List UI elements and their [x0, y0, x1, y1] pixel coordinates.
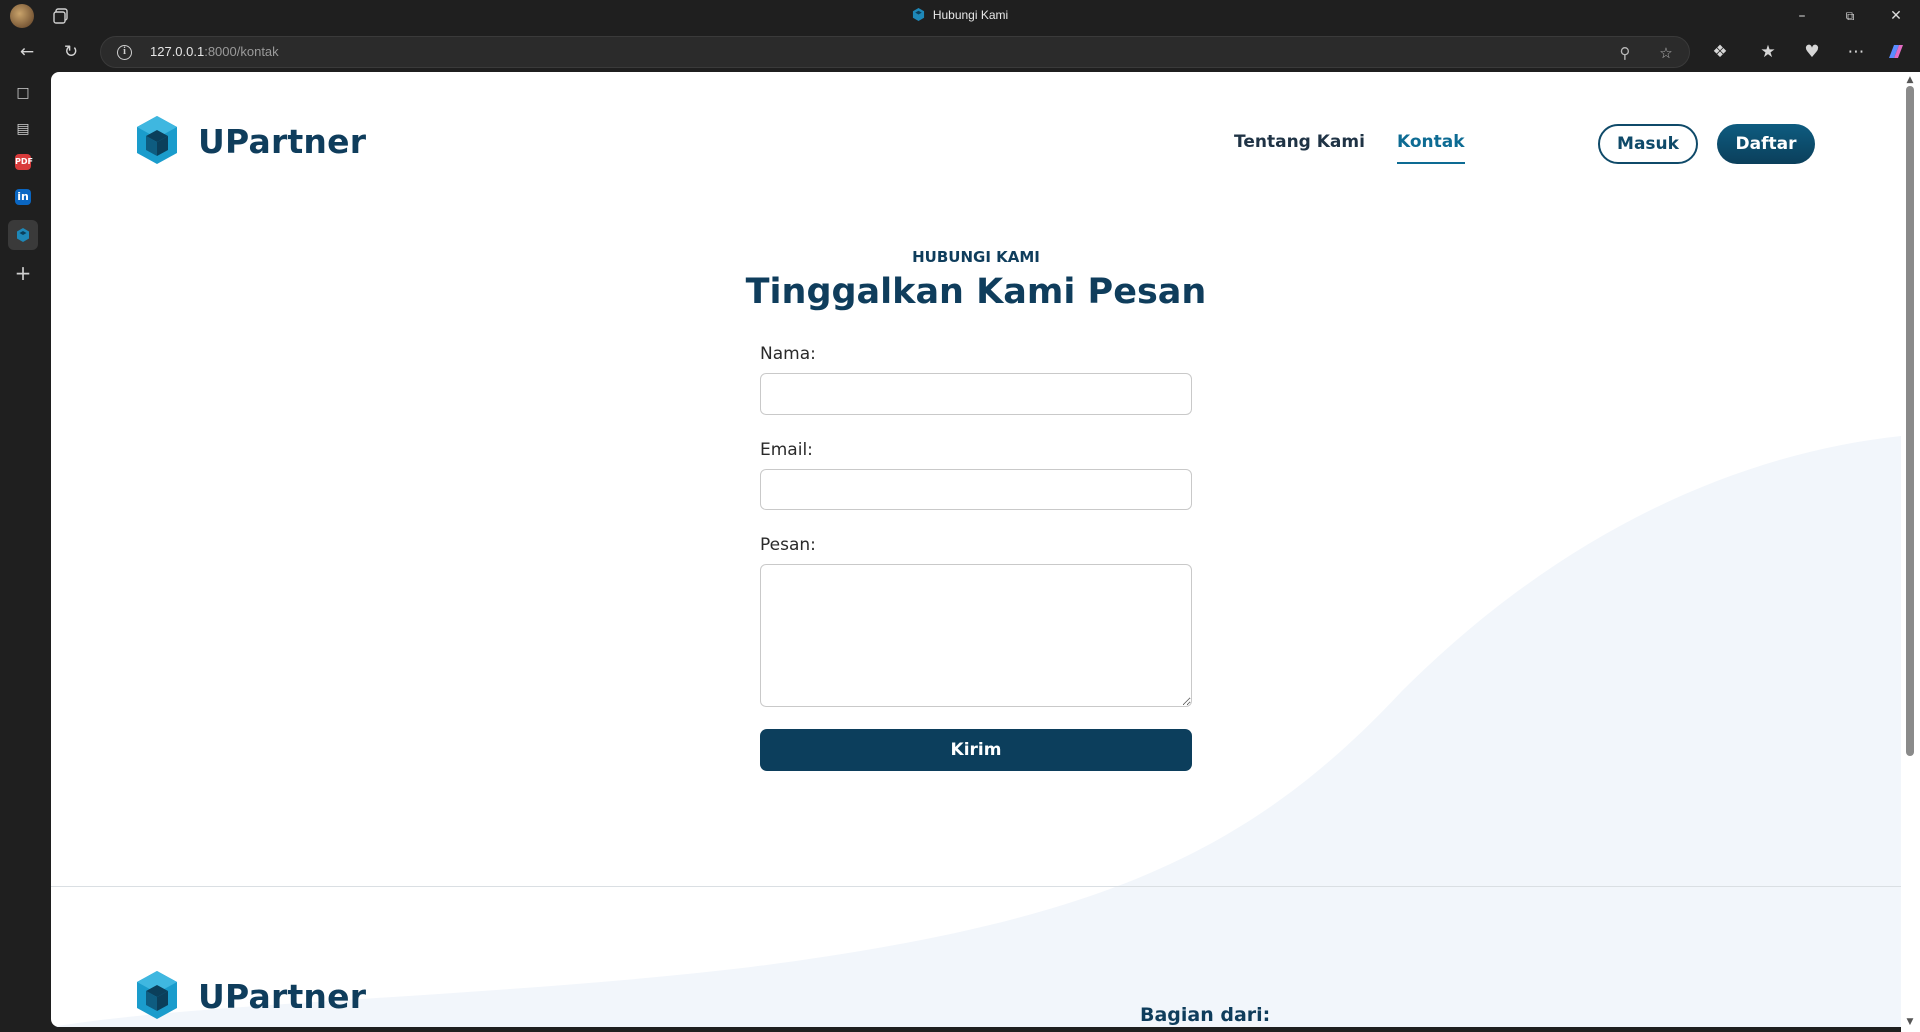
message-label: Pesan: [760, 535, 816, 555]
message-field[interactable] [760, 564, 1192, 707]
browser-essentials-icon[interactable]: ♥ [1798, 38, 1826, 66]
browser-sidebar: □ ▤ PDF in + [0, 72, 50, 1032]
footer-brand-name: UPartner [198, 976, 367, 1016]
scroll-up-arrow-icon[interactable]: ▲ [1905, 76, 1915, 85]
brand-name: UPartner [198, 121, 367, 161]
nav-kontak[interactable]: Kontak [1397, 132, 1465, 164]
login-button[interactable]: Masuk [1598, 124, 1698, 164]
submit-button[interactable]: Kirim [760, 729, 1192, 771]
footer-divider [51, 886, 1901, 887]
zoom-icon[interactable]: ⚲ [1615, 43, 1635, 63]
register-button[interactable]: Daftar [1717, 124, 1815, 164]
add-tab-icon[interactable]: + [12, 262, 34, 284]
back-arrow-icon[interactable]: ← [13, 38, 41, 66]
upartner-logo-icon [137, 116, 177, 164]
nav-tentang-kami[interactable]: Tentang Kami [1234, 132, 1365, 152]
email-field[interactable] [760, 469, 1192, 510]
address-bar[interactable]: i 127.0.0.1:8000/kontak ⚲ ☆ [100, 36, 1690, 68]
tab-title-text: Hubungi Kami [932, 8, 1009, 22]
background-wave [51, 436, 1901, 1027]
more-menu-icon[interactable]: ⋯ [1842, 38, 1870, 66]
email-label: Email: [760, 440, 813, 460]
refresh-icon[interactable]: ↻ [57, 38, 85, 66]
browser-toolbar: ← ↻ i 127.0.0.1:8000/kontak ⚲ ☆ ❖ ★ ♥ ⋯ [0, 32, 1920, 72]
url-host: 127.0.0.1 [150, 44, 205, 59]
favorites-icon[interactable]: ★ [1754, 38, 1782, 66]
upartner-favicon-icon [912, 8, 924, 21]
scrollbar-thumb[interactable] [1906, 86, 1914, 756]
page-title: Tinggalkan Kami Pesan [745, 272, 1207, 312]
footer-brand-logo[interactable]: UPartner [136, 971, 366, 1021]
upartner-tab-icon[interactable] [8, 220, 38, 250]
pdf-tab-icon[interactable]: PDF [15, 154, 33, 170]
brand-logo[interactable]: UPartner [136, 116, 366, 166]
site-info-icon[interactable]: i [117, 45, 132, 60]
page-viewport: UPartner Tentang Kami Kontak Masuk Dafta… [51, 72, 1901, 1027]
linkedin-tab-icon[interactable]: in [15, 189, 31, 205]
restore-icon[interactable]: ⧉ [1838, 5, 1862, 27]
copilot-icon[interactable] [1882, 38, 1910, 66]
name-field[interactable] [760, 373, 1192, 415]
browser-titlebar: Hubungi Kami – ⧉ ✕ [0, 0, 1920, 32]
url-text[interactable]: 127.0.0.1:8000/kontak [150, 44, 279, 59]
url-path: :8000/kontak [204, 44, 279, 59]
close-icon[interactable]: ✕ [1884, 5, 1908, 27]
scroll-down-arrow-icon[interactable]: ▼ [1905, 1018, 1915, 1027]
extensions-icon[interactable]: ❖ [1706, 38, 1734, 66]
vertical-tabs-icon[interactable]: □ [12, 82, 34, 104]
favorite-star-icon[interactable]: ☆ [1656, 43, 1676, 63]
minimize-icon[interactable]: – [1790, 5, 1814, 27]
footer-part-of-heading: Bagian dari: [1140, 1004, 1271, 1026]
active-tab[interactable]: Hubungi Kami [0, 8, 1920, 22]
page-scrollbar[interactable]: ▲ ▼ [1901, 72, 1920, 1032]
upartner-logo-icon [137, 971, 177, 1019]
workspaces-icon[interactable]: ▤ [12, 118, 34, 140]
name-label: Nama: [760, 344, 816, 364]
section-eyebrow: HUBUNGI KAMI [912, 248, 1040, 266]
